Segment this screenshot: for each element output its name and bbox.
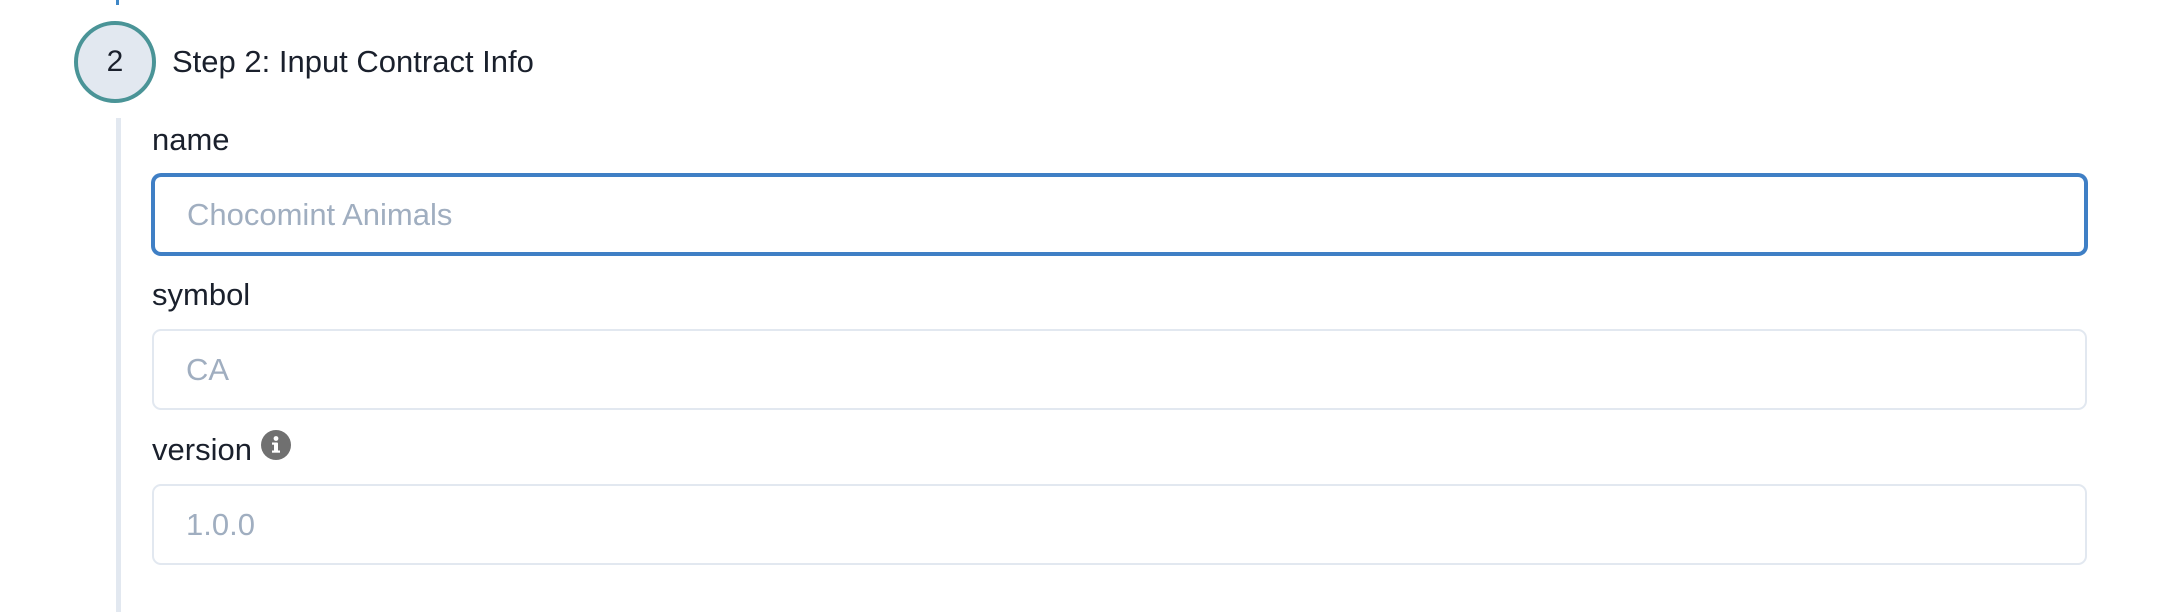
version-field-label: version [152, 428, 2087, 472]
version-input[interactable] [152, 484, 2087, 565]
contract-form-page: 2 Step 2: Input Contract Info name symbo… [0, 0, 2160, 612]
contract-info-form: name symbol version [152, 118, 2087, 583]
step-header: 2 Step 2: Input Contract Info [74, 21, 534, 103]
name-label-text: name [152, 122, 230, 157]
step-rail [116, 118, 121, 612]
previous-step-connector [116, 0, 119, 5]
symbol-input[interactable] [152, 329, 2087, 410]
step-title: Step 2: Input Contract Info [172, 44, 534, 79]
name-input[interactable] [152, 174, 2087, 255]
symbol-field-label: symbol [152, 273, 2087, 317]
symbol-label-text: symbol [152, 277, 251, 312]
step-number-badge: 2 [74, 21, 156, 103]
name-field-label: name [152, 118, 2087, 162]
version-label-text: version [152, 432, 252, 467]
info-circle-icon[interactable] [260, 430, 291, 460]
